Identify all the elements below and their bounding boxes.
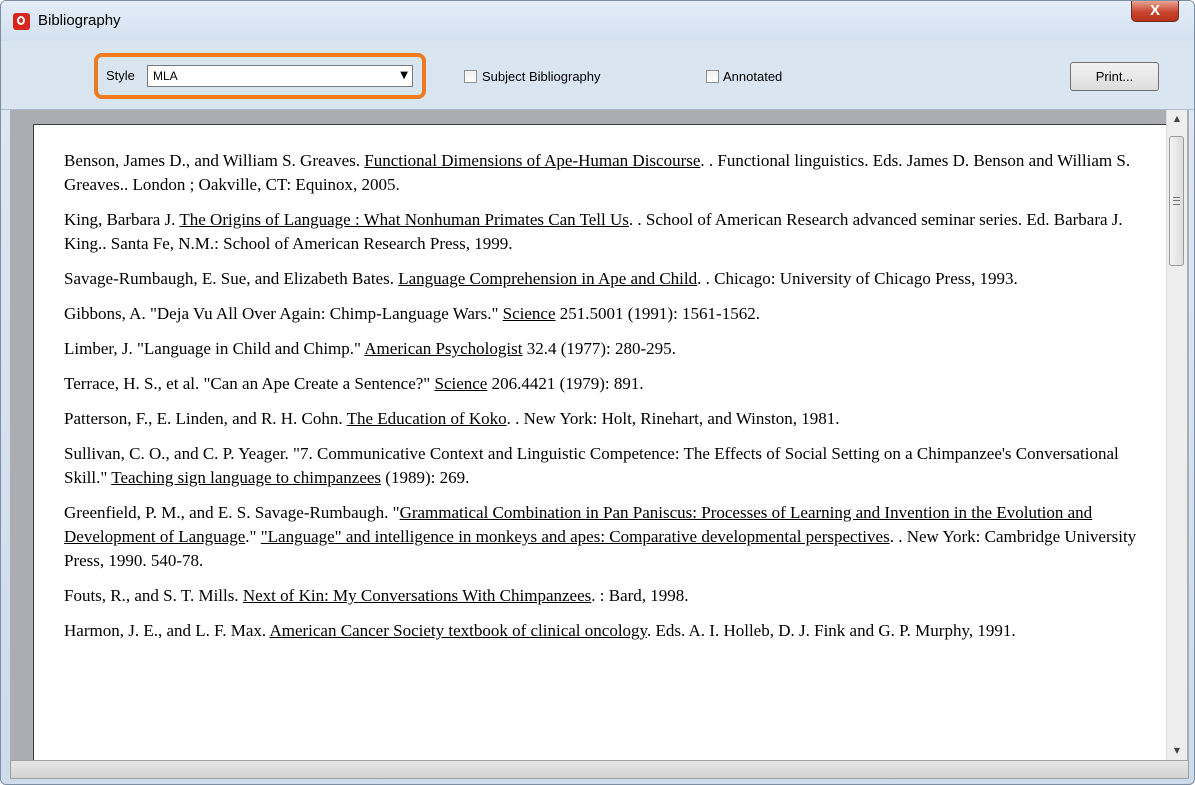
- entry-text: Harmon, J. E., and L. F. Max.: [64, 621, 270, 640]
- title-bar[interactable]: Bibliography X: [1, 1, 1194, 41]
- entry-text: Fouts, R., and S. T. Mills.: [64, 586, 243, 605]
- bibliography-document[interactable]: Benson, James D., and William S. Greaves…: [33, 124, 1166, 760]
- scroll-up-arrow-icon[interactable]: ▲: [1167, 110, 1187, 128]
- entry-text: . . Chicago: University of Chicago Press…: [697, 269, 1018, 288]
- entry-text: King, Barbara J.: [64, 210, 180, 229]
- entry-text: . Eds. A. I. Holleb, D. J. Fink and G. P…: [646, 621, 1016, 640]
- entry-title: American Cancer Society textbook of clin…: [269, 621, 647, 640]
- entry-title: The Origins of Language : What Nonhuman …: [179, 210, 629, 229]
- subject-bibliography-checkbox[interactable]: [464, 70, 477, 83]
- bibliography-entry: Limber, J. "Language in Child and Chimp.…: [64, 337, 1144, 361]
- entry-text: Gibbons, A. "Deja Vu All Over Again: Chi…: [64, 304, 503, 323]
- entry-text: Benson, James D., and William S. Greaves…: [64, 151, 365, 170]
- bibliography-entry: Benson, James D., and William S. Greaves…: [64, 149, 1144, 197]
- chevron-down-icon: ▼: [400, 70, 408, 81]
- entry-title: Science: [502, 304, 556, 323]
- bibliography-entry: Gibbons, A. "Deja Vu All Over Again: Chi…: [64, 302, 1144, 326]
- grip-icon: [1173, 197, 1180, 205]
- entry-title: Functional Dimensions of Ape-Human Disco…: [364, 151, 701, 170]
- entry-text: (1989): 269.: [381, 468, 470, 487]
- scroll-down-arrow-icon[interactable]: ▼: [1167, 742, 1187, 760]
- bibliography-window: Bibliography X Style MLA ▼ Subject Bibli…: [0, 0, 1195, 785]
- entry-title: American Psychologist: [364, 339, 523, 358]
- style-dropdown-value: MLA: [153, 69, 178, 83]
- scrollbar-thumb[interactable]: [1169, 136, 1184, 266]
- window-title: Bibliography: [38, 12, 121, 29]
- entry-text: . . New York: Holt, Rinehart, and Winsto…: [506, 409, 840, 428]
- entry-title: Language Comprehension in Ape and Child: [398, 269, 698, 288]
- bibliography-entry: Sullivan, C. O., and C. P. Yeager. "7. C…: [64, 442, 1144, 490]
- entry-title: Science: [434, 374, 488, 393]
- bibliography-entry: Savage-Rumbaugh, E. Sue, and Elizabeth B…: [64, 267, 1144, 291]
- style-label: Style: [106, 68, 135, 83]
- entry-title: Teaching sign language to chimpanzees: [111, 468, 382, 487]
- annotated-label[interactable]: Annotated: [723, 69, 782, 84]
- entry-title: The Education of Koko: [346, 409, 507, 428]
- entry-text: Limber, J. "Language in Child and Chimp.…: [64, 339, 365, 358]
- entry-text: Patterson, F., E. Linden, and R. H. Cohn…: [64, 409, 347, 428]
- close-icon: X: [1149, 2, 1160, 19]
- bibliography-entries: Benson, James D., and William S. Greaves…: [64, 149, 1144, 654]
- vertical-scrollbar[interactable]: ▲ ▼: [1166, 110, 1187, 760]
- entry-text: 32.4 (1977): 280-295.: [522, 339, 676, 358]
- content-area: Benson, James D., and William S. Greaves…: [10, 110, 1189, 760]
- bibliography-entry: Greenfield, P. M., and E. S. Savage-Rumb…: [64, 501, 1144, 573]
- close-button[interactable]: X: [1131, 1, 1179, 22]
- entry-text: 251.5001 (1991): 1561-1562.: [555, 304, 760, 323]
- entry-text: .": [245, 527, 261, 546]
- entry-text: 206.4421 (1979): 891.: [487, 374, 644, 393]
- app-logo-icon: [13, 13, 30, 30]
- bibliography-entry: Harmon, J. E., and L. F. Max. American C…: [64, 619, 1144, 643]
- entry-text: Terrace, H. S., et al. "Can an Ape Creat…: [64, 374, 435, 393]
- subject-bibliography-label[interactable]: Subject Bibliography: [482, 69, 601, 84]
- entry-title: "Language" and intelligence in monkeys a…: [260, 527, 890, 546]
- entry-text: . : Bard, 1998.: [591, 586, 689, 605]
- bibliography-entry: Fouts, R., and S. T. Mills. Next of Kin:…: [64, 584, 1144, 608]
- toolbar: Style MLA ▼ Subject Bibliography Annotat…: [1, 41, 1194, 110]
- entry-title: Next of Kin: My Conversations With Chimp…: [242, 586, 592, 605]
- bibliography-entry: Terrace, H. S., et al. "Can an Ape Creat…: [64, 372, 1144, 396]
- entry-text: Greenfield, P. M., and E. S. Savage-Rumb…: [64, 503, 400, 522]
- entry-text: Savage-Rumbaugh, E. Sue, and Elizabeth B…: [64, 269, 399, 288]
- horizontal-scrollbar[interactable]: [10, 760, 1189, 779]
- bibliography-entry: King, Barbara J. The Origins of Language…: [64, 208, 1144, 256]
- print-button[interactable]: Print...: [1070, 62, 1159, 91]
- style-dropdown[interactable]: MLA ▼: [147, 65, 413, 87]
- bibliography-entry: Patterson, F., E. Linden, and R. H. Cohn…: [64, 407, 1144, 431]
- annotated-checkbox[interactable]: [706, 70, 719, 83]
